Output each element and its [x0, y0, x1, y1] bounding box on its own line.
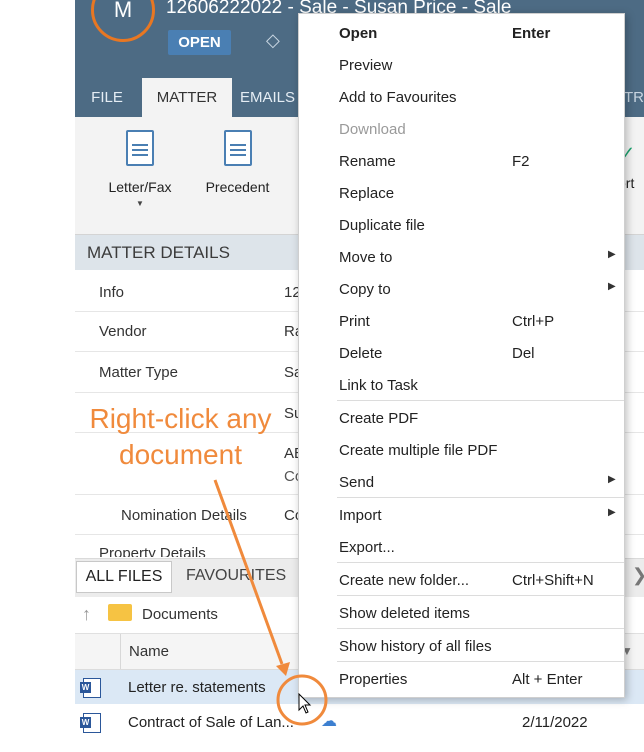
annotation-arrow-head — [276, 662, 290, 676]
annotation-arrow-line — [213, 479, 284, 665]
mouse-cursor-icon — [298, 693, 312, 714]
annotation-overlay — [213, 479, 328, 726]
